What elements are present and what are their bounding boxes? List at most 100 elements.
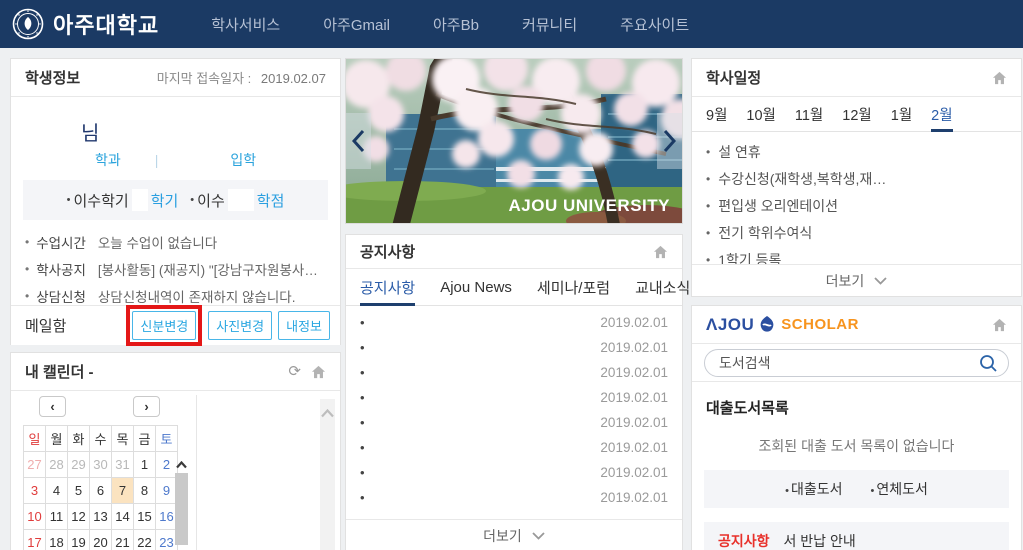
library-notice-label: 공지사항 — [718, 531, 770, 550]
notice-date: 2019.02.01 — [600, 340, 668, 355]
notice-item[interactable]: • 2019.02.01 — [360, 485, 668, 510]
calendar-day[interactable]: 13 — [90, 504, 112, 530]
notice-date: 2019.02.01 — [600, 490, 668, 505]
calendar-day[interactable]: 5 — [68, 478, 90, 504]
calendar-body: ‹ › 일월화수목금토 2728293031123456789101112131… — [11, 391, 340, 550]
notice-tab-1[interactable]: 공지사항 — [360, 269, 415, 305]
calendar-day[interactable]: 11 — [46, 504, 68, 530]
calendar-day[interactable]: 18 — [46, 530, 68, 550]
bullet-icon: • — [360, 490, 365, 505]
notice-item[interactable]: •2019.02.01 — [360, 410, 668, 435]
calendar-day[interactable]: 22 — [134, 530, 156, 550]
library-notice-link[interactable]: 서 반납 안내 — [784, 531, 856, 550]
month-tab-9월[interactable]: 9월 — [706, 97, 727, 131]
notice-tab-4[interactable]: 교내소식 — [635, 269, 690, 305]
search-placeholder: 도서검색 — [719, 353, 771, 373]
schedule-more-button[interactable]: 더보기 — [692, 264, 1021, 296]
calendar-day[interactable]: 12 — [68, 504, 90, 530]
calendar-day[interactable]: 28 — [46, 452, 68, 478]
month-tab-1월[interactable]: 1월 — [891, 97, 912, 131]
calendar-scrollbar[interactable] — [175, 453, 188, 550]
calendar-prev-button[interactable]: ‹ — [39, 396, 66, 417]
home-icon[interactable] — [992, 71, 1007, 85]
calendar-day[interactable]: 17 — [24, 530, 46, 550]
calendar-day[interactable]: 15 — [134, 504, 156, 530]
student-info-title: 학생정보 — [25, 67, 80, 88]
calendar-day[interactable]: 19 — [68, 530, 90, 550]
schedule-list: •설 연휴•수강신청(재학생,복학생,재…•편입생 오리엔테이션•전기 학위수여… — [692, 132, 1021, 273]
calendar-next-button[interactable]: › — [133, 396, 160, 417]
student-name-suffix: 님 — [81, 117, 340, 146]
notice-tab-2[interactable]: Ajou News — [440, 269, 512, 305]
mailbox-link[interactable]: 메일함 — [25, 315, 66, 336]
scroll-up-icon[interactable] — [321, 409, 334, 418]
slideshow-next-button[interactable] — [657, 113, 682, 169]
notice-item[interactable]: • 2019.02.01 — [360, 310, 668, 335]
bullet-icon: • — [871, 485, 875, 497]
schedule-item[interactable]: •전기 학위수여식 — [706, 219, 1007, 246]
calendar-day[interactable]: 7 — [112, 478, 134, 504]
notice-tab-3[interactable]: 세미나/포럼 — [537, 269, 610, 305]
nav-item-1[interactable]: 학사서비스 — [211, 14, 280, 35]
calendar-day[interactable]: 31 — [112, 452, 134, 478]
calendar-day[interactable]: 4 — [46, 478, 68, 504]
nav-item-3[interactable]: 아주Bb — [433, 14, 479, 35]
profile-button-2[interactable]: 사진변경 — [208, 311, 272, 340]
month-tab-10월[interactable]: 10월 — [746, 97, 775, 131]
notice-date: 2019.02.01 — [600, 390, 668, 405]
mail-row: 메일함 신분변경 사진변경내정보 — [11, 305, 340, 345]
notice-item[interactable]: •2019.02.01 — [360, 435, 668, 460]
events-scrollbar[interactable] — [320, 399, 335, 550]
schedule-item[interactable]: •편입생 오리엔테이션 — [706, 192, 1007, 219]
semester-label: 이수학기 — [73, 190, 128, 211]
book-search-input[interactable]: 도서검색 — [704, 349, 1009, 377]
university-logo[interactable]: 아주대학교 — [12, 8, 159, 40]
calendar-header: 내 캘린더 - ⟳ — [11, 353, 340, 391]
profile-button-3[interactable]: 내정보 — [278, 311, 330, 340]
schedule-month-tabs: 9월 10월 11월 12월 1월 2월 — [692, 97, 1021, 132]
calendar-day[interactable]: 27 — [24, 452, 46, 478]
home-icon[interactable] — [653, 245, 668, 259]
notice-item[interactable]: •2019.02.01 — [360, 335, 668, 360]
schedule-item-text: 설 연휴 — [718, 142, 761, 162]
notice-item[interactable]: •2019.02.01 — [360, 360, 668, 385]
schedule-item[interactable]: •수강신청(재학생,복학생,재… — [706, 165, 1007, 192]
bullet-icon: • — [25, 289, 29, 303]
calendar-day[interactable]: 14 — [112, 504, 134, 530]
nav-item-4[interactable]: 커뮤니티 — [522, 14, 577, 35]
calendar-day[interactable]: 3 — [24, 478, 46, 504]
search-icon[interactable] — [979, 354, 998, 373]
scroll-up-icon[interactable] — [176, 461, 187, 469]
home-icon[interactable] — [992, 318, 1007, 332]
month-tab-11월[interactable]: 11월 — [795, 97, 823, 131]
calendar-day[interactable]: 6 — [90, 478, 112, 504]
month-tab-12월[interactable]: 12월 — [842, 97, 871, 131]
student-info-row[interactable]: •수업시간오늘 수업이 없습니다 — [25, 228, 326, 255]
student-info-row[interactable]: •학사공지[봉사활동] (재공지) "[강남구자원봉사센터]… — [25, 255, 326, 282]
slideshow-prev-button[interactable] — [346, 113, 371, 169]
home-icon[interactable] — [311, 365, 326, 379]
schedule-item[interactable]: •설 연휴 — [706, 138, 1007, 165]
notice-date: 2019.02.01 — [600, 315, 668, 330]
calendar-day[interactable]: 20 — [90, 530, 112, 550]
month-tab-2월[interactable]: 2월 — [931, 97, 952, 131]
profile-button-1[interactable]: 신분변경 — [132, 311, 196, 340]
calendar-day[interactable]: 8 — [134, 478, 156, 504]
calendar-day[interactable]: 29 — [68, 452, 90, 478]
notice-more-button[interactable]: 더보기 — [346, 519, 682, 550]
loan-tab-1[interactable]: •대출도서 — [785, 479, 842, 499]
notice-item[interactable]: •2019.02.01 — [360, 460, 668, 485]
bullet-icon: • — [360, 315, 365, 330]
notice-item[interactable]: •2019.02.01 — [360, 385, 668, 410]
nav-item-5[interactable]: 주요사이트 — [620, 14, 689, 35]
ajou-scholar-logo[interactable]: ΛJOU SCHOLAR — [706, 315, 859, 335]
calendar-day[interactable]: 10 — [24, 504, 46, 530]
calendar-day[interactable]: 21 — [112, 530, 134, 550]
nav-item-2[interactable]: 아주Gmail — [323, 14, 390, 35]
calendar-day[interactable]: 1 — [134, 452, 156, 478]
refresh-icon[interactable]: ⟳ — [288, 364, 301, 379]
weekday-header: 수 — [90, 426, 112, 452]
calendar-day[interactable]: 30 — [90, 452, 112, 478]
loan-tab-2[interactable]: •연체도서 — [871, 479, 928, 499]
scrollbar-thumb[interactable] — [175, 473, 188, 545]
